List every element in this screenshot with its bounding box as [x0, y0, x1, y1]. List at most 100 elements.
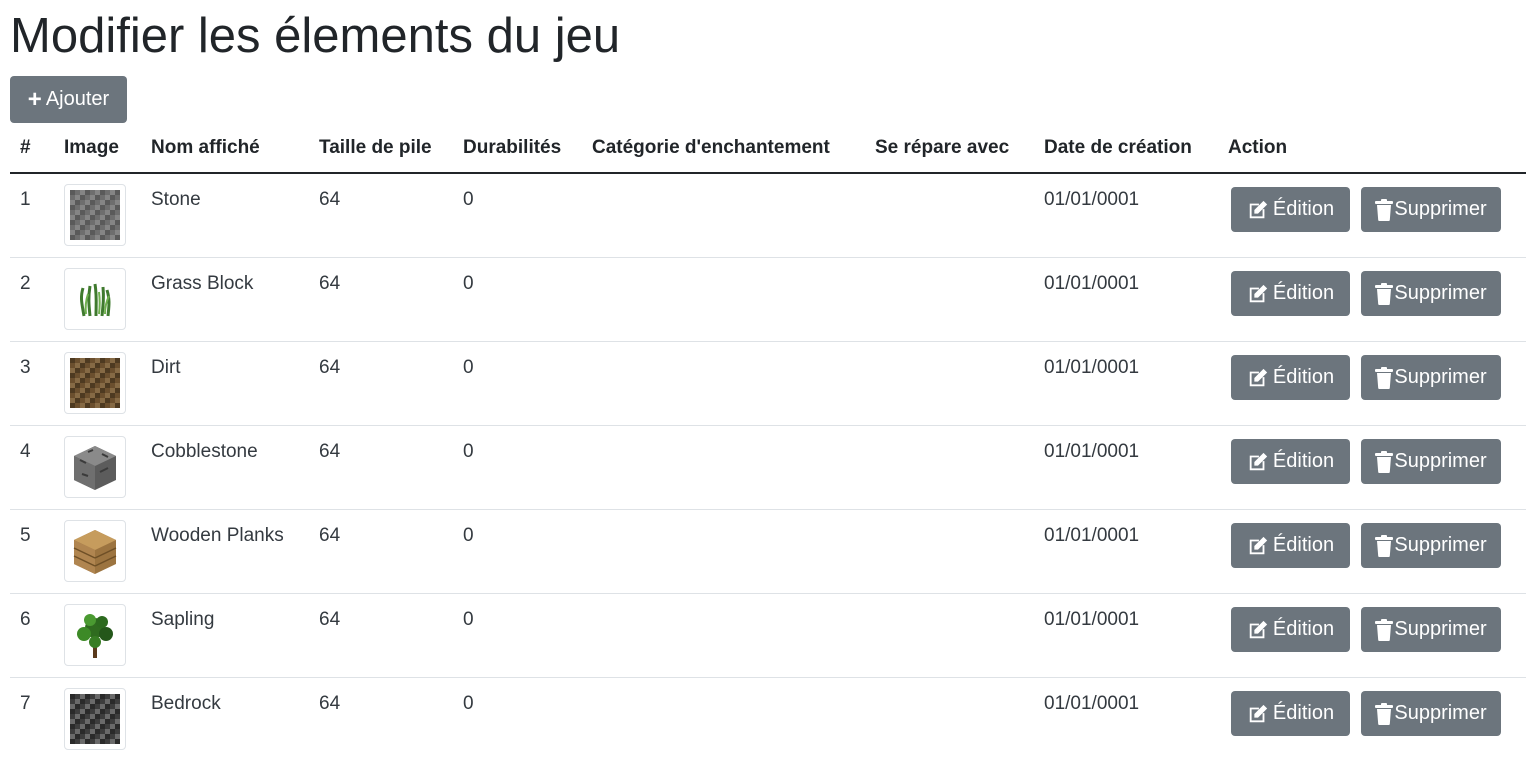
delete-button[interactable]: Supprimer: [1361, 607, 1501, 652]
trash-icon: [1375, 703, 1393, 725]
trash-icon: [1375, 619, 1393, 641]
column-header-action: Action: [1218, 124, 1526, 173]
column-header-repair-with[interactable]: Se répare avec: [865, 124, 1034, 173]
dirt-block-icon: [70, 358, 120, 408]
items-table: # Image Nom affiché Taille de pile Durab…: [10, 124, 1526, 761]
cell-durability: 0: [463, 678, 582, 715]
cell-id: 1: [20, 174, 54, 211]
cell-stack-size: 64: [319, 678, 453, 715]
edit-button[interactable]: Édition: [1231, 523, 1350, 568]
item-thumbnail: [64, 688, 126, 750]
cell-durability: 0: [463, 174, 582, 211]
cell-name: Wooden Planks: [151, 510, 309, 547]
edit-button[interactable]: Édition: [1231, 439, 1350, 484]
row-actions: Édition Supprimer: [1228, 594, 1526, 652]
row-actions: Édition Supprimer: [1228, 426, 1526, 484]
row-actions: Édition Supprimer: [1228, 174, 1526, 232]
cell-created: 01/01/0001: [1044, 510, 1218, 547]
edit-button[interactable]: Édition: [1231, 355, 1350, 400]
edit-button-label: Édition: [1273, 534, 1334, 557]
trash-icon: [1375, 283, 1393, 305]
column-header-durability[interactable]: Durabilités: [453, 124, 582, 173]
cell-enchant-category: [592, 426, 865, 441]
cell-stack-size: 64: [319, 510, 453, 547]
cell-enchant-category: [592, 342, 865, 357]
cell-id: 7: [20, 678, 54, 715]
cell-created: 01/01/0001: [1044, 174, 1218, 211]
trash-icon: [1375, 367, 1393, 389]
cell-created: 01/01/0001: [1044, 258, 1218, 295]
table-row: 5 Wooden Planks 64 0 01/01/0001 Édition …: [10, 510, 1526, 594]
item-thumbnail: [64, 268, 126, 330]
cell-repair-with: [875, 678, 1034, 693]
edit-button[interactable]: Édition: [1231, 607, 1350, 652]
row-actions: Édition Supprimer: [1228, 678, 1526, 736]
cell-stack-size: 64: [319, 342, 453, 379]
edit-button-label: Édition: [1273, 618, 1334, 641]
edit-icon: [1247, 367, 1269, 389]
table-row: 3 Dirt 64 0 01/01/0001 Édition Supprimer: [10, 342, 1526, 426]
cell-repair-with: [875, 426, 1034, 441]
cell-durability: 0: [463, 258, 582, 295]
cell-enchant-category: [592, 678, 865, 693]
item-thumbnail: [64, 184, 126, 246]
item-thumbnail: [64, 604, 126, 666]
item-thumbnail: [64, 436, 126, 498]
cell-id: 4: [20, 426, 54, 463]
column-header-name[interactable]: Nom affiché: [141, 124, 309, 173]
table-row: 6 Sapling 64 0 01/01/0001 Édition Suppri…: [10, 594, 1526, 678]
delete-button-label: Supprimer: [1394, 534, 1486, 557]
column-header-stack-size[interactable]: Taille de pile: [309, 124, 453, 173]
cell-created: 01/01/0001: [1044, 342, 1218, 379]
edit-button[interactable]: Édition: [1231, 271, 1350, 316]
page-title: Modifier les élements du jeu: [10, 6, 620, 66]
item-thumbnail: [64, 352, 126, 414]
row-actions: Édition Supprimer: [1228, 342, 1526, 400]
edit-icon: [1247, 199, 1269, 221]
stone-block-icon: [70, 190, 120, 240]
edit-button-label: Édition: [1273, 282, 1334, 305]
column-header-created[interactable]: Date de création: [1034, 124, 1218, 173]
column-header-image[interactable]: Image: [54, 124, 141, 173]
cell-name: Grass Block: [151, 258, 309, 295]
cobblestone-block-icon: [70, 442, 120, 492]
delete-button-label: Supprimer: [1394, 702, 1486, 725]
delete-button-label: Supprimer: [1394, 618, 1486, 641]
delete-button[interactable]: Supprimer: [1361, 439, 1501, 484]
edit-button[interactable]: Édition: [1231, 691, 1350, 736]
trash-icon: [1375, 535, 1393, 557]
cell-stack-size: 64: [319, 258, 453, 295]
add-button-label: Ajouter: [46, 88, 109, 111]
edit-button-label: Édition: [1273, 198, 1334, 221]
delete-button[interactable]: Supprimer: [1361, 691, 1501, 736]
delete-button[interactable]: Supprimer: [1361, 271, 1501, 316]
plus-icon: +: [28, 88, 42, 112]
cell-stack-size: 64: [319, 426, 453, 463]
cell-enchant-category: [592, 510, 865, 525]
cell-repair-with: [875, 174, 1034, 189]
column-header-enchant-category[interactable]: Catégorie d'enchantement: [582, 124, 865, 173]
delete-button[interactable]: Supprimer: [1361, 523, 1501, 568]
add-button[interactable]: + Ajouter: [10, 76, 127, 123]
cell-stack-size: 64: [319, 174, 453, 211]
delete-button[interactable]: Supprimer: [1361, 187, 1501, 232]
edit-icon: [1247, 703, 1269, 725]
cell-enchant-category: [592, 174, 865, 189]
cell-enchant-category: [592, 258, 865, 273]
edit-button[interactable]: Édition: [1231, 187, 1350, 232]
cell-id: 6: [20, 594, 54, 631]
cell-id: 3: [20, 342, 54, 379]
cell-repair-with: [875, 258, 1034, 273]
edit-button-label: Édition: [1273, 702, 1334, 725]
cell-name: Stone: [151, 174, 309, 211]
cell-created: 01/01/0001: [1044, 678, 1218, 715]
cell-name: Dirt: [151, 342, 309, 379]
delete-button-label: Supprimer: [1394, 198, 1486, 221]
cell-durability: 0: [463, 510, 582, 547]
cell-created: 01/01/0001: [1044, 426, 1218, 463]
delete-button-label: Supprimer: [1394, 450, 1486, 473]
cell-created: 01/01/0001: [1044, 594, 1218, 631]
delete-button[interactable]: Supprimer: [1361, 355, 1501, 400]
column-header-id[interactable]: #: [10, 124, 54, 173]
cell-id: 2: [20, 258, 54, 295]
